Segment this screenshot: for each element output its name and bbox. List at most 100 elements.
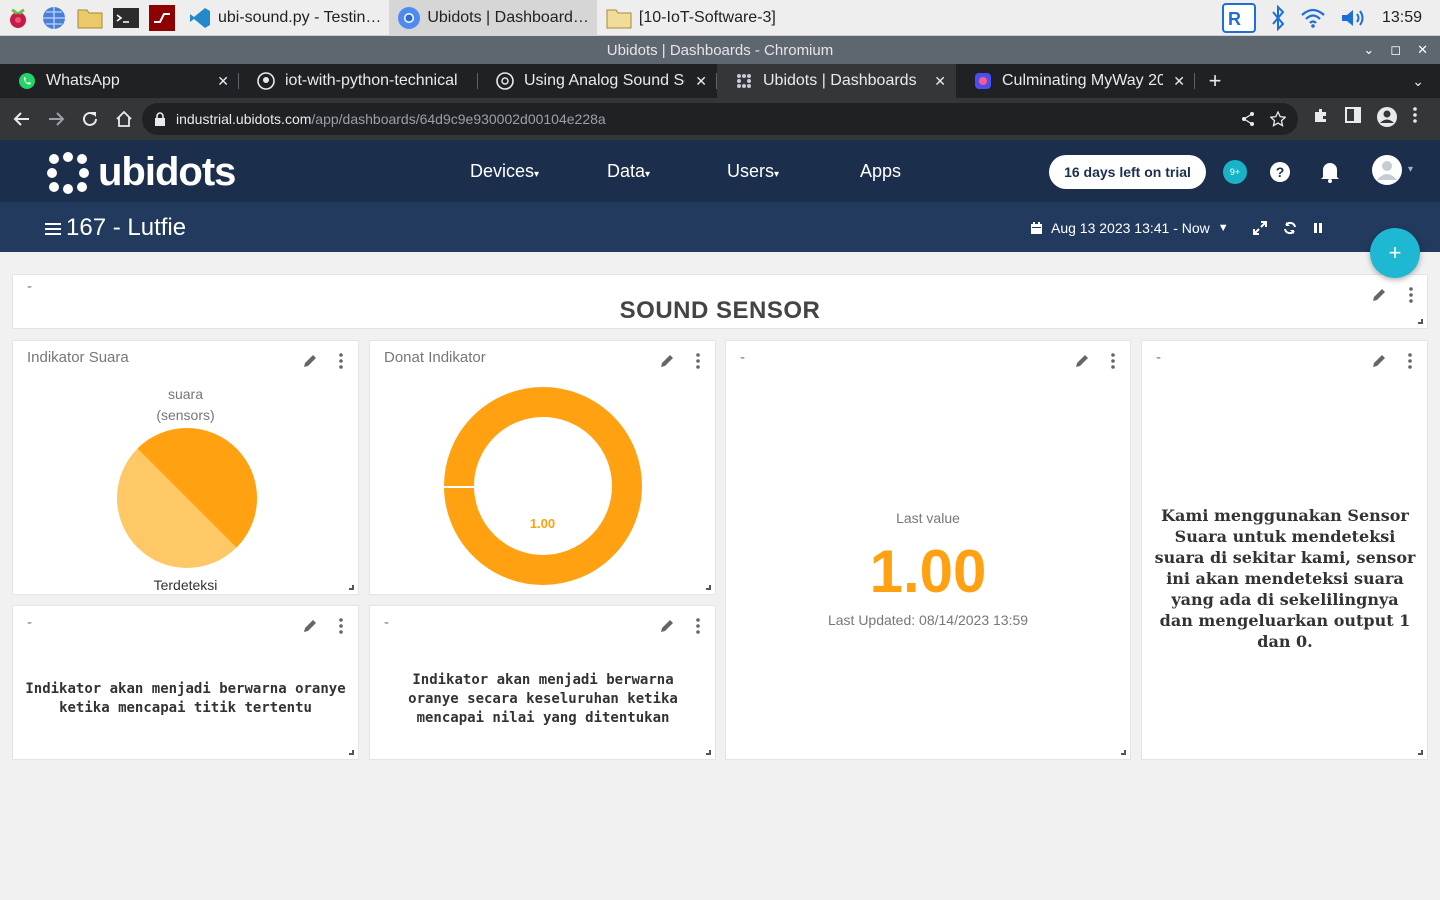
close-tab-icon[interactable]: ✕ xyxy=(695,73,707,90)
close-tab-icon[interactable]: ✕ xyxy=(217,73,229,90)
edit-pencil-icon[interactable] xyxy=(301,617,319,635)
wifi-icon[interactable] xyxy=(1300,7,1326,29)
more-options-icon[interactable] xyxy=(1407,352,1413,370)
resize-handle[interactable] xyxy=(349,585,354,590)
fullscreen-icon[interactable] xyxy=(1253,221,1267,235)
caret-down-icon: ▼ xyxy=(1217,222,1229,234)
back-icon[interactable] xyxy=(6,103,38,135)
edit-pencil-icon[interactable] xyxy=(1370,286,1388,304)
edit-pencil-icon[interactable] xyxy=(658,352,676,370)
notification-count-badge[interactable]: 9+ xyxy=(1223,160,1247,184)
bluetooth-icon[interactable] xyxy=(1270,4,1286,31)
tab-search-icon[interactable]: ⌄ xyxy=(1412,73,1424,90)
more-options-icon[interactable] xyxy=(695,617,701,635)
terminal-icon[interactable] xyxy=(108,0,144,36)
more-options-icon[interactable] xyxy=(695,352,701,370)
variable-label: suara xyxy=(167,386,204,402)
task-folder[interactable]: [10-IoT-Software-3] xyxy=(597,0,784,36)
tab-ubidots[interactable]: Ubidots | Dashboards ✕ xyxy=(717,64,956,98)
bookmark-star-icon[interactable] xyxy=(1270,111,1286,127)
resize-handle[interactable] xyxy=(1418,319,1423,324)
more-options-icon[interactable] xyxy=(1110,352,1116,370)
refresh-icon[interactable] xyxy=(1283,221,1297,235)
tab-culminating[interactable]: Culminating MyWay 202 ✕ xyxy=(956,64,1195,98)
resize-handle[interactable] xyxy=(1418,750,1423,755)
close-window-icon[interactable]: ✕ xyxy=(1417,42,1428,58)
hamburger-menu-icon[interactable] xyxy=(45,222,61,236)
close-tab-icon[interactable]: ✕ xyxy=(934,73,946,90)
profile-icon[interactable] xyxy=(1376,106,1398,128)
date-range-picker[interactable]: Aug 13 2023 13:41 - Now ▼ xyxy=(1030,220,1229,236)
raspberry-menu-icon[interactable] xyxy=(0,0,36,36)
tab-label: Ubidots | Dashboards xyxy=(763,72,917,89)
task-label: Ubidots | Dashboard… xyxy=(427,8,589,26)
address-bar[interactable]: industrial.ubidots.com/app/dashboards/64… xyxy=(142,103,1298,135)
minimize-icon[interactable]: ⌄ xyxy=(1363,42,1374,58)
nav-label: Data xyxy=(607,161,646,181)
lock-icon[interactable] xyxy=(154,112,166,126)
vscode-icon xyxy=(190,7,210,28)
tab-chatgpt[interactable]: Using Analog Sound Sen ✕ xyxy=(478,64,717,98)
resize-handle[interactable] xyxy=(349,750,354,755)
trial-button[interactable]: 16 days left on trial xyxy=(1049,155,1206,189)
ubidots-logo[interactable]: ubidots xyxy=(46,150,236,195)
help-icon[interactable]: ? xyxy=(1269,161,1291,183)
nav-devices[interactable]: Devices▾ xyxy=(470,161,539,182)
bell-icon[interactable] xyxy=(1320,161,1340,183)
resize-handle[interactable] xyxy=(1121,750,1126,755)
new-tab-icon[interactable]: + xyxy=(1195,64,1235,98)
more-options-icon[interactable] xyxy=(1408,286,1414,304)
add-widget-button[interactable]: + xyxy=(1370,228,1420,278)
nav-users[interactable]: Users▾ xyxy=(727,161,779,182)
edit-pencil-icon[interactable] xyxy=(1073,352,1091,370)
window-titlebar: Ubidots | Dashboards - Chromium ⌄ ◻ ✕ xyxy=(0,36,1440,64)
task-chromium[interactable]: Ubidots | Dashboard… xyxy=(389,0,597,36)
tab-whatsapp[interactable]: WhatsApp ✕ xyxy=(0,64,239,98)
share-icon[interactable] xyxy=(1240,111,1256,127)
edit-pencil-icon[interactable] xyxy=(301,352,319,370)
resize-handle[interactable] xyxy=(706,585,711,590)
tab-label: Culminating MyWay 202 xyxy=(1002,72,1164,89)
file-manager-icon[interactable] xyxy=(72,0,108,36)
resize-handle[interactable] xyxy=(706,750,711,755)
widget-title: Donat Indikator xyxy=(384,349,486,366)
widget-title: - xyxy=(27,278,32,295)
maximize-icon[interactable]: ◻ xyxy=(1390,42,1401,58)
widget-donut-indicator: Donat Indikator 1.00 xyxy=(369,340,716,595)
widget-pie-chart: Indikator Suara suara (sensors) Terdetek… xyxy=(12,340,359,595)
reload-icon[interactable] xyxy=(74,103,106,135)
forward-icon[interactable] xyxy=(40,103,72,135)
task-vscode[interactable]: ubi-sound.py - Testin… xyxy=(180,0,389,36)
sidepanel-icon[interactable] xyxy=(1344,106,1362,124)
close-tab-icon[interactable]: ✕ xyxy=(1173,73,1185,90)
tab-github[interactable]: iot-with-python-technical xyxy=(239,64,478,98)
dashboard-title[interactable]: 167 - Lutfie xyxy=(66,214,186,242)
volume-icon[interactable] xyxy=(1340,7,1368,29)
pause-icon[interactable] xyxy=(1313,222,1323,234)
browser-menu-icon[interactable] xyxy=(1412,106,1418,124)
avatar-caret-icon[interactable]: ▾ xyxy=(1408,164,1413,175)
donut-gauge[interactable] xyxy=(443,386,643,586)
device-label: (sensors) xyxy=(156,407,215,423)
task-label: ubi-sound.py - Testin… xyxy=(218,8,382,26)
edit-pencil-icon[interactable] xyxy=(1370,352,1388,370)
extensions-icon[interactable] xyxy=(1312,106,1330,124)
widget-pie-note: - Indikator akan menjadi berwarna oranye… xyxy=(12,605,359,760)
node-red-icon[interactable] xyxy=(144,0,180,36)
svg-text:?: ? xyxy=(1276,164,1285,180)
nav-apps[interactable]: Apps xyxy=(860,161,901,182)
home-icon[interactable] xyxy=(108,103,140,135)
vnc-icon[interactable]: R xyxy=(1221,2,1256,33)
nav-data[interactable]: Data▾ xyxy=(607,161,650,182)
more-options-icon[interactable] xyxy=(338,617,344,635)
widget-title: - xyxy=(27,614,32,631)
donut-value: 1.00 xyxy=(529,516,556,531)
browser-launcher-icon[interactable] xyxy=(36,0,72,36)
more-options-icon[interactable] xyxy=(338,352,344,370)
tab-label: iot-with-python-technical xyxy=(285,72,458,89)
ubidots-favicon-icon xyxy=(737,74,751,88)
user-avatar-icon[interactable] xyxy=(1371,154,1403,186)
widget-title: - xyxy=(1156,349,1161,366)
pie-chart[interactable] xyxy=(116,427,258,569)
edit-pencil-icon[interactable] xyxy=(658,617,676,635)
